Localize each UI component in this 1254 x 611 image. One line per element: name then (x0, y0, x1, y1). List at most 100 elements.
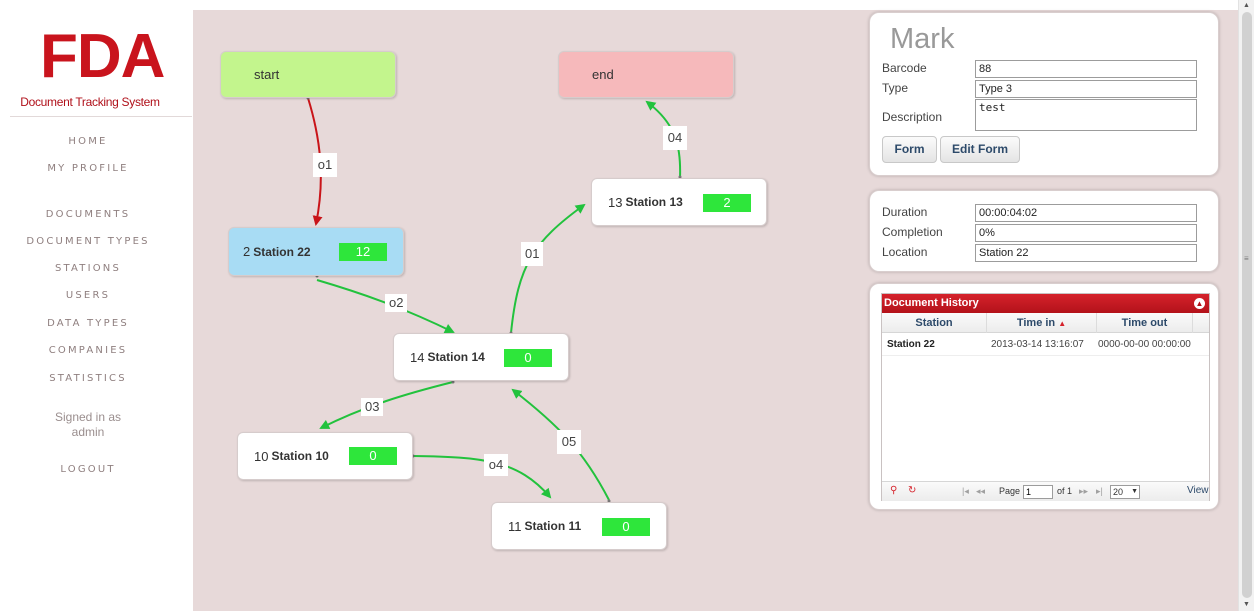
barcode-field[interactable] (975, 60, 1197, 78)
flow-end-node[interactable]: end (558, 51, 734, 98)
edge-label-03: 03 (361, 398, 383, 416)
first-page-icon[interactable]: |◂ (962, 486, 969, 497)
grip-icon: ≡ (1244, 254, 1249, 263)
signed-in-username: admin (71, 425, 105, 439)
flow-start-node[interactable]: start (220, 51, 396, 98)
history-grid: Document History ▲ Station Time in ▲ Tim… (881, 293, 1210, 501)
edge-label-01: 01 (521, 242, 543, 266)
station-number: 14 (410, 349, 425, 365)
sidebar-divider (10, 116, 192, 117)
station-node-22[interactable]: 2 Station 22 12 (228, 227, 404, 276)
station-number: 2 (243, 244, 251, 259)
refresh-icon[interactable]: ↻ (908, 485, 916, 496)
cell-time-out: 0000-00-00 00:00:00 (1098, 339, 1191, 350)
station-node-11[interactable]: 11 Station 11 0 (491, 502, 667, 550)
location-label: Location (882, 245, 928, 259)
sidebar: FDA Document Tracking System HOME MY PRO… (0, 0, 192, 611)
collapse-icon[interactable]: ▲ (1194, 298, 1205, 309)
mark-title: Mark (890, 23, 955, 55)
station-doc-count: 0 (504, 349, 552, 367)
description-label: Description (882, 110, 943, 124)
app-tagline: Document Tracking System (20, 95, 160, 109)
edge-label-o4: o4 (484, 454, 508, 476)
chevron-down-icon: ▼ (1131, 488, 1138, 495)
app-logo[interactable]: FDA (40, 26, 165, 88)
station-name: Station 13 (625, 195, 683, 209)
nav-document-types[interactable]: DOCUMENT TYPES (0, 236, 176, 247)
form-button[interactable]: Form (882, 136, 937, 163)
edge-station-14-to-station-13[interactable] (510, 203, 586, 334)
edit-form-button[interactable]: Edit Form (940, 136, 1020, 163)
station-number: 11 (508, 518, 522, 534)
scrollbar-thumb[interactable]: ≡ (1242, 12, 1252, 598)
flow-end-label: end (592, 67, 614, 82)
barcode-label: Barcode (882, 61, 927, 75)
nav-statistics[interactable]: STATISTICS (0, 373, 176, 384)
page-scrollbar[interactable]: ▲ ≡ ▼ (1238, 0, 1254, 611)
type-label: Type (882, 81, 909, 95)
nav-my-profile[interactable]: MY PROFILE (0, 163, 176, 174)
nav-companies[interactable]: COMPANIES (0, 345, 176, 356)
app-root: FDA Document Tracking System HOME MY PRO… (0, 0, 1254, 611)
station-doc-count: 12 (339, 243, 387, 261)
nav-documents[interactable]: DOCUMENTS (0, 209, 176, 220)
history-panel: Document History ▲ Station Time in ▲ Tim… (869, 283, 1219, 510)
history-grid-header: Document History ▲ (882, 294, 1209, 313)
edge-label-o2: o2 (385, 294, 407, 312)
station-name: Station 14 (427, 350, 485, 364)
scroll-down-icon[interactable]: ▼ (1243, 601, 1250, 608)
status-panel: Duration Completion Location (869, 190, 1219, 272)
nav-users[interactable]: USERS (0, 290, 176, 301)
column-header-time-in[interactable]: Time in ▲ (987, 313, 1097, 333)
description-field[interactable]: test (975, 99, 1197, 131)
edge-station-14-to-station-10[interactable] (319, 381, 454, 429)
station-name: Station 22 (253, 244, 311, 259)
completion-field[interactable] (975, 224, 1197, 242)
flow-start-label: start (254, 67, 280, 82)
edge-label-04: 04 (663, 126, 687, 150)
search-icon[interactable]: ⚲ (890, 485, 897, 496)
duration-field[interactable] (975, 204, 1197, 222)
nav-stations[interactable]: STATIONS (0, 263, 176, 274)
location-field[interactable] (975, 244, 1197, 262)
station-number: 10 (254, 448, 269, 464)
cell-time-in: 2013-03-14 13:16:07 (991, 339, 1084, 350)
scroll-up-icon[interactable]: ▲ (1243, 2, 1250, 9)
history-column-headers: Station Time in ▲ Time out (882, 313, 1209, 333)
station-doc-count: 0 (602, 518, 650, 536)
column-header-time-in-label: Time in (1016, 317, 1056, 329)
duration-label: Duration (882, 205, 928, 219)
nav-data-types[interactable]: DATA TYPES (0, 318, 176, 329)
station-node-10[interactable]: 10 Station 10 0 (237, 432, 413, 480)
page-count-label: of 1 (1057, 486, 1073, 496)
history-title: Document History (884, 297, 979, 309)
view-records-label: View (1187, 485, 1209, 496)
page-number-input[interactable] (1023, 485, 1053, 499)
edge-label-05: 05 (557, 430, 581, 454)
station-doc-count: 0 (349, 447, 397, 465)
edge-label-o1: o1 (313, 153, 337, 177)
table-row[interactable]: Station 22 2013-03-14 13:16:07 0000-00-0… (882, 334, 1209, 356)
station-number: 13 (608, 194, 623, 210)
history-pager: ⚲ ↻ |◂ ◂◂ Page of 1 ▸▸ ▸| 20 ▼ View (882, 481, 1209, 501)
page-size-value: 20 (1113, 487, 1124, 497)
nav-home[interactable]: HOME (0, 136, 176, 147)
next-page-icon[interactable]: ▸▸ (1079, 486, 1088, 497)
station-name: Station 11 (524, 519, 582, 533)
column-header-time-out[interactable]: Time out (1097, 313, 1193, 333)
column-header-station[interactable]: Station (882, 313, 987, 333)
completion-label: Completion (882, 225, 943, 239)
type-field[interactable] (975, 80, 1197, 98)
mark-panel: Mark Barcode Type Description test Form … (869, 12, 1219, 176)
page-label: Page (999, 486, 1021, 496)
edge-station-10-to-station-11[interactable] (412, 455, 552, 499)
station-node-14[interactable]: 14 Station 14 0 (393, 333, 569, 381)
signed-in-info: Signed in as admin (0, 410, 176, 440)
prev-page-icon[interactable]: ◂◂ (976, 486, 985, 497)
station-node-13[interactable]: 13 Station 13 2 (591, 178, 767, 226)
last-page-icon[interactable]: ▸| (1096, 486, 1103, 497)
page-size-select[interactable]: 20 ▼ (1110, 485, 1140, 499)
station-name: Station 10 (271, 449, 329, 463)
station-doc-count: 2 (703, 194, 751, 212)
nav-logout[interactable]: LOGOUT (0, 464, 176, 475)
